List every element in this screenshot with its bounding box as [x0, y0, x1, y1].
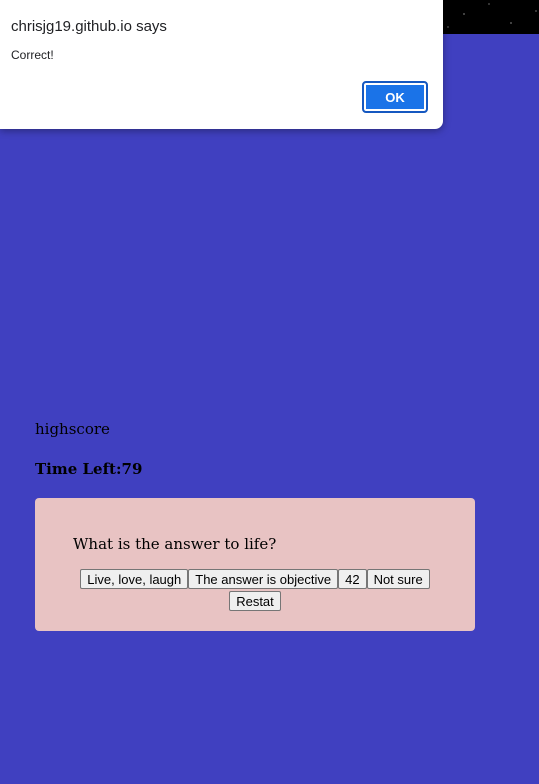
ok-button[interactable]: OK: [362, 81, 428, 113]
dialog-title: chrisjg19.github.io says: [11, 18, 167, 35]
time-left-display: Time Left:79: [35, 460, 143, 478]
highscore-link[interactable]: highscore: [35, 420, 110, 438]
question-text: What is the answer to life?: [73, 535, 277, 553]
answer-button-1[interactable]: Live, love, laugh: [80, 569, 189, 589]
restart-row: Restat: [35, 591, 475, 611]
answer-button-3[interactable]: 42: [338, 569, 367, 589]
alert-dialog: chrisjg19.github.io says Correct! OK: [0, 0, 443, 129]
dialog-message: Correct!: [11, 48, 54, 62]
answer-button-2[interactable]: The answer is objective: [188, 569, 339, 589]
restart-button[interactable]: Restat: [229, 591, 281, 611]
answer-button-4[interactable]: Not sure: [366, 569, 430, 589]
quiz-card: What is the answer to life? Live, love, …: [35, 498, 475, 631]
answer-buttons: Live, love, laugh The answer is objective…: [35, 569, 475, 589]
